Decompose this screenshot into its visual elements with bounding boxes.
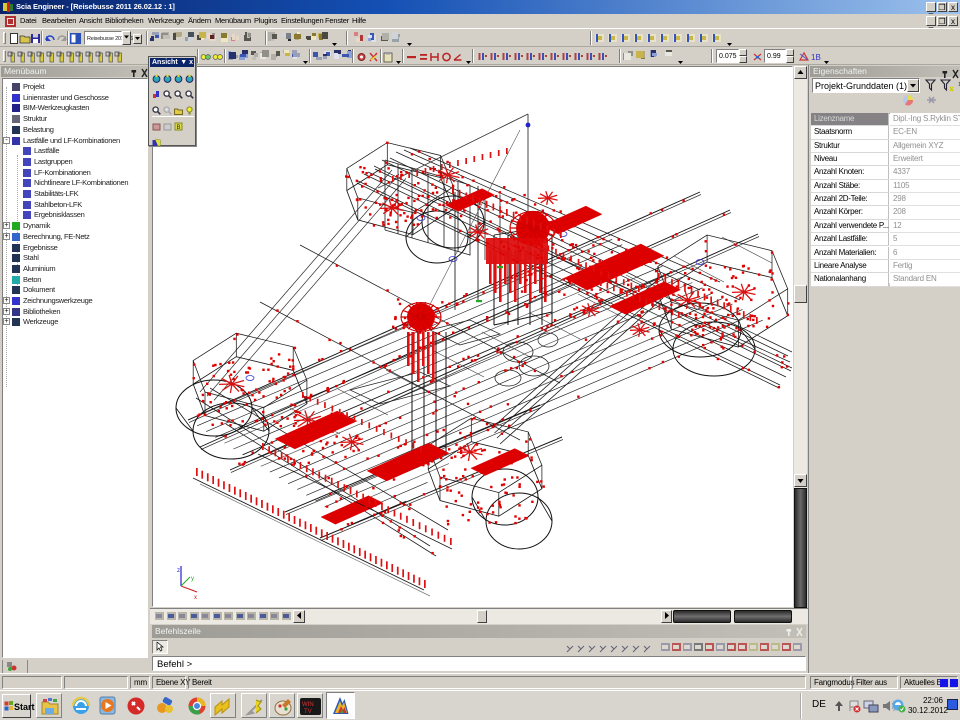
- svg-text:TV: TV: [304, 709, 312, 715]
- svg-text:z: z: [177, 568, 180, 574]
- svg-text:WIN: WIN: [302, 702, 314, 708]
- svg-text:1B: 1B: [811, 53, 821, 62]
- svg-text:y: y: [191, 576, 194, 582]
- svg-text:B: B: [177, 125, 181, 131]
- svg-text:x: x: [194, 595, 197, 601]
